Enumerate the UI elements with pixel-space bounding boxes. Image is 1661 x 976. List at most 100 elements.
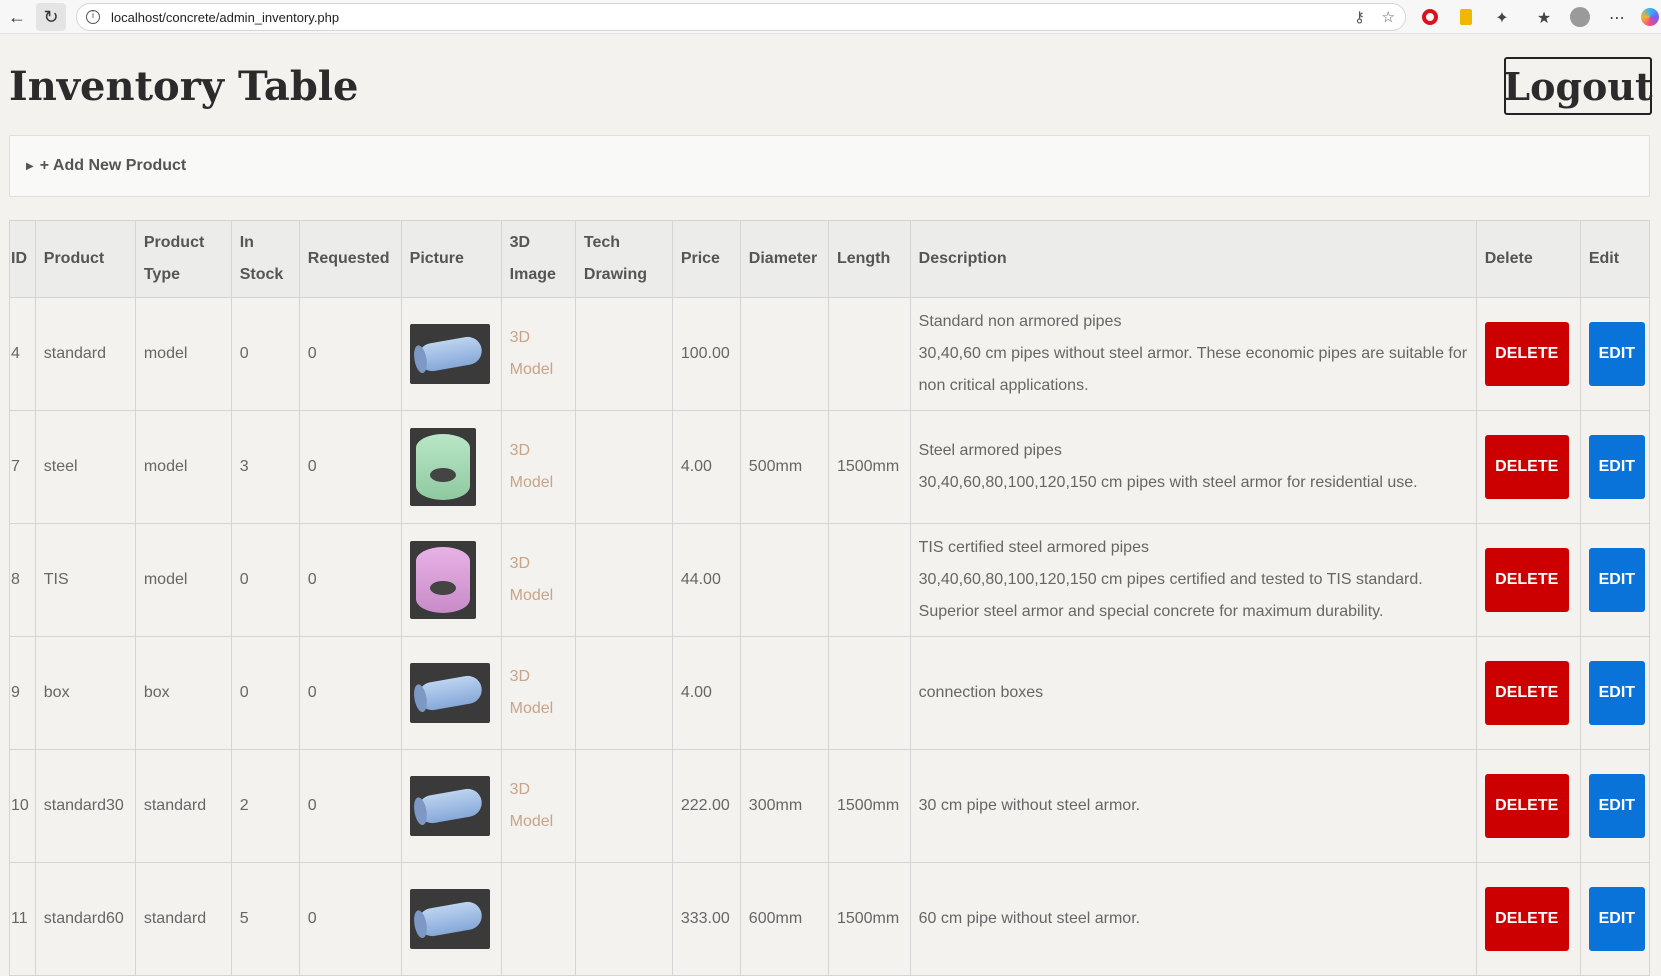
3d-model-link-line1: 3D — [509, 442, 531, 459]
col-product-type: Product Type — [134, 220, 232, 298]
delete-button[interactable]: DELETE — [1484, 661, 1569, 725]
opera-icon[interactable] — [1418, 5, 1442, 29]
logout-button[interactable]: Logout — [1503, 57, 1653, 115]
cell-description: connection boxes — [909, 636, 1477, 750]
3d-model-link[interactable]: 3D Model — [510, 322, 567, 386]
3d-model-link[interactable]: 3D Model — [510, 774, 567, 838]
3d-model-link[interactable]: 3D Model — [510, 435, 567, 499]
description-line: TIS certified steel armored pipes — [918, 539, 1149, 556]
cell-diameter: 600mm — [739, 862, 829, 976]
product-thumbnail[interactable] — [409, 324, 490, 384]
edit-button[interactable]: EDIT — [1588, 548, 1645, 612]
cell-3d-image: 3D Model — [500, 636, 576, 750]
description-line: 30,40,60,80,100,120,150 cm pipes certifi… — [918, 571, 1423, 588]
3d-model-link-line2: Model — [509, 813, 554, 830]
cell-diameter — [739, 523, 829, 637]
cylinder-image — [415, 547, 470, 613]
cell-length: 1500mm — [827, 749, 911, 863]
cell-edit: EDIT — [1579, 636, 1651, 750]
cell-in-stock: 3 — [230, 410, 300, 524]
cell-requested: 0 — [298, 410, 402, 524]
cell-product: box — [34, 636, 136, 750]
cell-product: TIS — [34, 523, 136, 637]
col-id: ID — [9, 220, 36, 298]
3d-model-link[interactable]: 3D Model — [510, 661, 567, 725]
product-thumbnail[interactable] — [409, 776, 490, 836]
cell-product-type: model — [134, 297, 232, 411]
cell-tech-drawing — [574, 410, 673, 524]
cell-price: 4.00 — [671, 636, 741, 750]
info-icon[interactable]: i — [86, 10, 100, 24]
more-icon[interactable]: ⋯ — [1605, 5, 1629, 29]
cell-price: 4.00 — [671, 410, 741, 524]
edit-button[interactable]: EDIT — [1588, 774, 1645, 838]
reload-icon[interactable]: ↻ — [36, 3, 66, 31]
cell-3d-image: 3D Model — [500, 410, 576, 524]
bookmark-icon[interactable] — [1454, 5, 1478, 29]
edit-button[interactable]: EDIT — [1588, 322, 1645, 386]
cell-id: 10 — [9, 749, 36, 863]
copilot-icon[interactable] — [1638, 5, 1661, 29]
cylinder-image — [415, 434, 470, 500]
cell-3d-image — [500, 862, 576, 976]
avatar-icon[interactable] — [1568, 5, 1592, 29]
cell-product: standard60 — [34, 862, 136, 976]
cell-picture — [400, 862, 502, 976]
pipe-image — [415, 786, 484, 826]
pipe-image — [415, 899, 484, 939]
cell-requested: 0 — [298, 523, 402, 637]
col-tech-drawing-label: Tech Drawing — [583, 234, 648, 283]
back-arrow-icon[interactable]: ← — [2, 3, 32, 31]
description-line: Steel armored pipes — [918, 442, 1062, 459]
puzzle-icon[interactable]: ✦ — [1490, 5, 1514, 29]
cell-tech-drawing — [574, 749, 673, 863]
table-row: 7 steel model 3 0 3D Model 4.00 500mm 1500mm Steel… — [9, 410, 1651, 524]
favorites-icon[interactable]: ★ — [1532, 5, 1556, 29]
col-length: Length — [827, 220, 911, 298]
edit-button[interactable]: EDIT — [1588, 661, 1645, 725]
table-header-row: ID Product Product Type In Stock Request… — [9, 220, 1651, 298]
edit-button[interactable]: EDIT — [1588, 435, 1645, 499]
description-line: Superior steel armor and special concret… — [918, 603, 1384, 620]
delete-button[interactable]: DELETE — [1484, 774, 1569, 838]
product-thumbnail[interactable] — [409, 889, 490, 949]
edit-button[interactable]: EDIT — [1588, 887, 1645, 951]
cell-description: TIS certified steel armored pipes 30,40,6… — [909, 523, 1477, 637]
star-icon[interactable]: ☆ — [1382, 8, 1395, 26]
delete-button[interactable]: DELETE — [1484, 322, 1569, 386]
3d-model-link-line1: 3D — [509, 329, 531, 346]
page-body: Inventory Table Logout ▶ + Add New Produ… — [0, 35, 1661, 976]
cell-price: 333.00 — [671, 862, 741, 976]
address-bar[interactable]: i localhost/concrete/admin_inventory.php… — [76, 3, 1406, 31]
cell-id: 7 — [9, 410, 36, 524]
url-text[interactable]: localhost/concrete/admin_inventory.php — [111, 10, 339, 25]
3d-model-link[interactable]: 3D Model — [510, 548, 567, 612]
add-product-toggle[interactable]: ▶ + Add New Product — [26, 157, 186, 175]
delete-button[interactable]: DELETE — [1484, 887, 1569, 951]
3d-model-link-line2: Model — [509, 474, 554, 491]
description-line: non critical applications. — [918, 377, 1089, 394]
key-icon[interactable]: ⚷ — [1354, 8, 1365, 26]
cell-in-stock: 5 — [230, 862, 300, 976]
cell-edit: EDIT — [1579, 410, 1651, 524]
delete-button[interactable]: DELETE — [1484, 435, 1569, 499]
product-thumbnail[interactable] — [409, 541, 476, 619]
product-thumbnail[interactable] — [409, 428, 476, 506]
cell-id: 8 — [9, 523, 36, 637]
cell-price: 44.00 — [671, 523, 741, 637]
cell-edit: EDIT — [1579, 297, 1651, 411]
cell-price: 100.00 — [671, 297, 741, 411]
delete-button[interactable]: DELETE — [1484, 548, 1569, 612]
3d-model-link-line2: Model — [509, 700, 554, 717]
col-3d-image: 3D Image — [500, 220, 576, 298]
product-thumbnail[interactable] — [409, 663, 490, 723]
cell-delete: DELETE — [1475, 523, 1581, 637]
page-title: Inventory Table — [9, 63, 359, 110]
3d-model-link-line1: 3D — [509, 781, 531, 798]
inventory-table: ID Product Product Type In Stock Request… — [9, 220, 1651, 976]
cell-delete: DELETE — [1475, 636, 1581, 750]
table-row: 9 box box 0 0 3D Model 4.00 connection boxes DELE… — [9, 636, 1651, 750]
description-line: connection boxes — [918, 684, 1044, 701]
cell-picture — [400, 410, 502, 524]
col-product: Product — [34, 220, 136, 298]
